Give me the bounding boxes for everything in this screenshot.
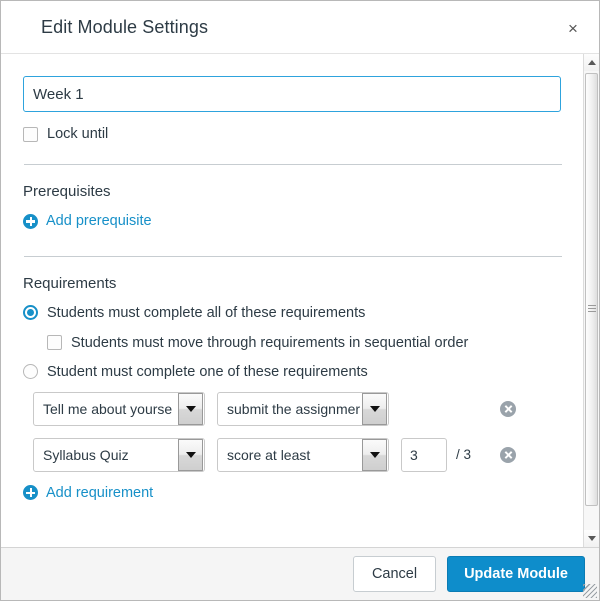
- radio-complete-all-label: Students must complete all of these requ…: [47, 304, 366, 321]
- scrollbar-thumb[interactable]: [585, 73, 598, 506]
- requirement-item-select-2[interactable]: Syllabus Quiz: [33, 437, 205, 472]
- requirement-score-input-2[interactable]: [401, 437, 447, 472]
- module-name-input[interactable]: [23, 76, 561, 112]
- dialog-body: Lock until Prerequisites Add prerequisit…: [1, 54, 599, 547]
- dialog-footer: Cancel Update Module: [1, 547, 599, 600]
- radio-complete-one[interactable]: [23, 364, 38, 379]
- requirement-type-value-2: score at least: [227, 446, 311, 463]
- requirement-points-total-2: / 3: [456, 447, 472, 462]
- delete-requirement-icon-2[interactable]: [500, 446, 516, 463]
- chevron-down-icon[interactable]: [362, 392, 387, 425]
- add-prerequisite-button[interactable]: Add prerequisite: [23, 213, 152, 229]
- requirements-heading: Requirements: [23, 274, 117, 292]
- sequential-order-row[interactable]: Students must move through requirements …: [47, 335, 543, 351]
- divider-prerequisites: [24, 164, 562, 165]
- sequential-order-checkbox[interactable]: [47, 335, 62, 350]
- requirement-mode-all-row[interactable]: Students must complete all of these requ…: [23, 305, 543, 321]
- cancel-button[interactable]: Cancel: [352, 556, 437, 592]
- requirement-row: Tell me about yourse submit the assignme…: [33, 391, 543, 426]
- chevron-down-icon[interactable]: [178, 392, 203, 425]
- chevron-down-icon[interactable]: [178, 438, 203, 471]
- requirement-item-value-2: Syllabus Quiz: [43, 446, 129, 463]
- update-module-button[interactable]: Update Module: [447, 556, 585, 592]
- radio-complete-one-label: Student must complete one of these requi…: [47, 363, 368, 380]
- plus-circle-icon: [23, 485, 38, 500]
- lock-until-row[interactable]: Lock until: [23, 126, 543, 142]
- chevron-down-icon[interactable]: [362, 438, 387, 471]
- radio-complete-all[interactable]: [23, 305, 38, 320]
- requirement-item-select-1[interactable]: Tell me about yourse: [33, 391, 205, 426]
- scroll-up-icon[interactable]: [584, 54, 599, 71]
- divider-requirements: [24, 255, 562, 257]
- requirement-item-value-1: Tell me about yourse: [43, 400, 173, 417]
- prerequisites-heading: Prerequisites: [23, 183, 111, 200]
- scrollbar-grip-icon: [587, 305, 596, 312]
- requirement-type-value-1: submit the assignmer: [227, 400, 361, 417]
- sequential-order-label: Students must move through requirements …: [71, 334, 469, 351]
- scroll-content: Lock until Prerequisites Add prerequisit…: [1, 54, 583, 547]
- requirement-type-select-2[interactable]: score at least: [217, 437, 389, 472]
- lock-until-label: Lock until: [47, 126, 109, 142]
- add-requirement-label: Add requirement: [46, 484, 154, 501]
- requirement-row: Syllabus Quiz score at least / 3: [33, 437, 543, 472]
- edit-module-settings-dialog: Edit Module Settings × Lock until Prereq…: [0, 0, 600, 601]
- add-prerequisite-label: Add prerequisite: [46, 213, 152, 229]
- resize-grip-icon[interactable]: [583, 584, 597, 598]
- requirement-mode-one-row[interactable]: Student must complete one of these requi…: [23, 364, 543, 380]
- dialog-titlebar: Edit Module Settings ×: [1, 1, 599, 54]
- requirement-type-select-1[interactable]: submit the assignmer: [217, 391, 389, 426]
- vertical-scrollbar[interactable]: [583, 54, 599, 547]
- lock-until-checkbox[interactable]: [23, 126, 38, 142]
- dialog-title: Edit Module Settings: [41, 16, 209, 37]
- scroll-down-icon[interactable]: [584, 530, 599, 547]
- plus-circle-icon: [23, 213, 38, 229]
- delete-requirement-icon-1[interactable]: [500, 400, 516, 417]
- add-requirement-button[interactable]: Add requirement: [23, 485, 153, 501]
- close-icon[interactable]: ×: [560, 15, 586, 41]
